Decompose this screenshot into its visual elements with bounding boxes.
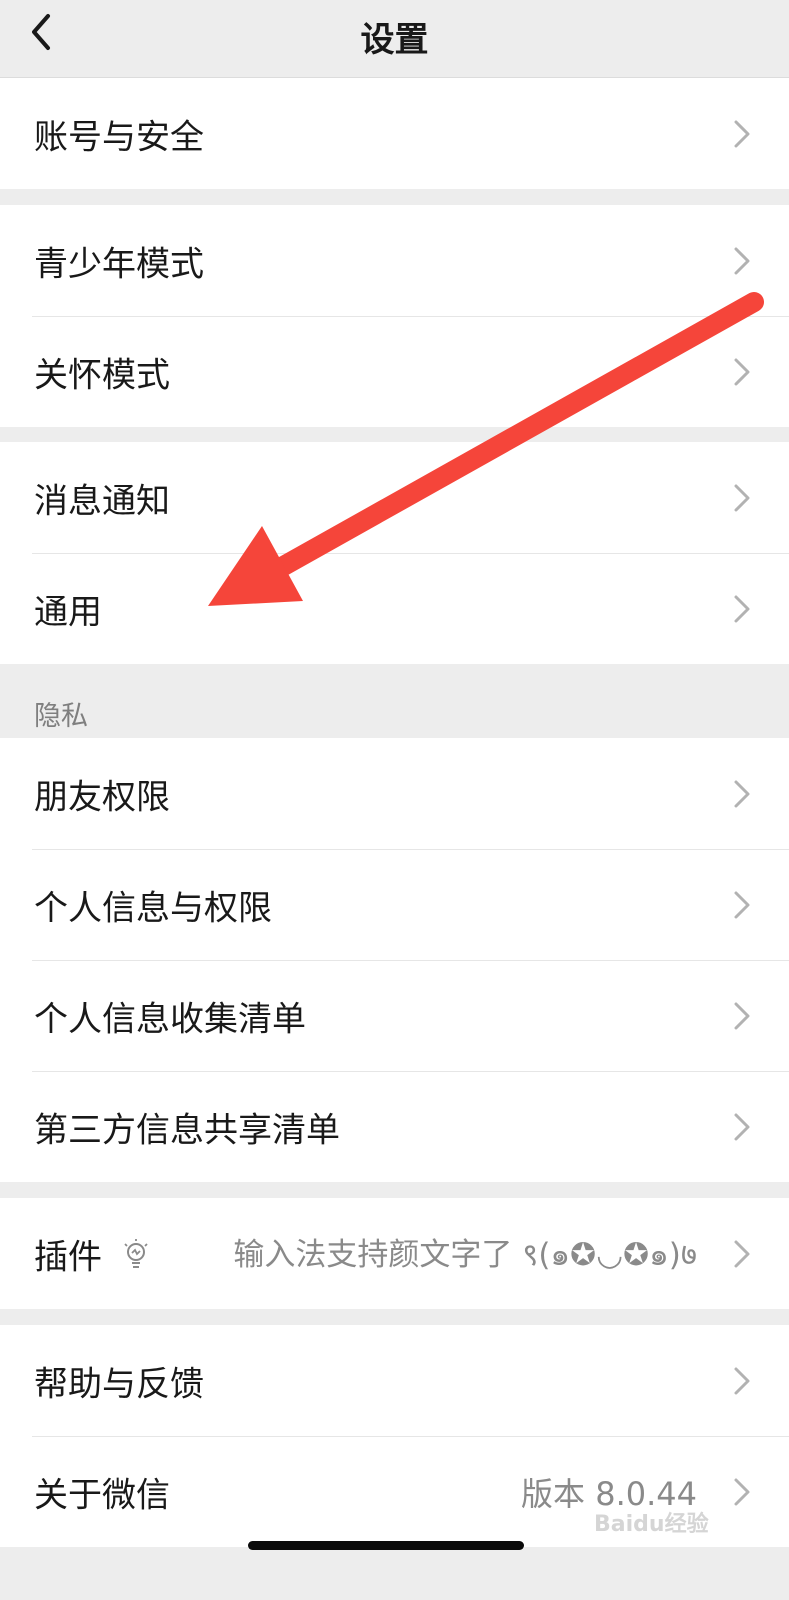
item-label: 关于微信 [34,1475,170,1515]
settings-item-personal-info-collection[interactable]: 个人信息收集清单 [0,960,789,1071]
page-title: 设置 [360,20,429,60]
item-label: 个人信息收集清单 [34,999,306,1039]
item-label: 账号与安全 [34,117,204,157]
settings-item-plugins[interactable]: 插件 输入法支持颜文字了 ९(๑✪◡✪๑)७ [0,1198,789,1309]
chevron-right-icon [734,1113,750,1140]
item-label: 帮助与反馈 [34,1364,204,1404]
settings-item-general[interactable]: 通用 [0,553,789,664]
item-label: 通用 [34,592,102,632]
plugin-tip-text: 输入法支持颜文字了 ९(๑✪◡✪๑)७ [233,1236,697,1273]
watermark: Baidu经验 [594,1512,709,1537]
chevron-right-icon [734,120,750,147]
settings-item-teen-mode[interactable]: 青少年模式 [0,205,789,316]
lightbulb-icon [124,1238,148,1268]
item-label: 朋友权限 [34,777,170,817]
chevron-right-icon [734,1478,750,1505]
settings-item-care-mode[interactable]: 关怀模式 [0,316,789,427]
chevron-right-icon [734,484,750,511]
chevron-right-icon [734,1002,750,1029]
item-label: 个人信息与权限 [34,888,272,928]
settings-group-account: 账号与安全 [0,78,789,189]
section-header-privacy: 隐私 [34,701,88,732]
item-label: 青少年模式 [34,244,204,284]
settings-item-account-security[interactable]: 账号与安全 [0,78,789,189]
item-label: 插件 [34,1237,102,1277]
settings-group-modes: 青少年模式 关怀模式 [0,205,789,427]
settings-item-help-feedback[interactable]: 帮助与反馈 [0,1325,789,1436]
settings-item-notifications[interactable]: 消息通知 [0,442,789,553]
settings-item-friend-permissions[interactable]: 朋友权限 [0,738,789,849]
settings-group-privacy: 朋友权限 个人信息与权限 个人信息收集清单 第三方信息共享清单 [0,738,789,1182]
chevron-right-icon [734,780,750,807]
home-indicator [248,1541,524,1550]
chevron-right-icon [734,358,750,385]
chevron-right-icon [734,1367,750,1394]
item-label: 消息通知 [34,481,170,521]
chevron-right-icon [734,1240,750,1267]
settings-group-general: 消息通知 通用 [0,442,789,664]
item-label: 第三方信息共享清单 [34,1110,340,1150]
settings-item-personal-info-permissions[interactable]: 个人信息与权限 [0,849,789,960]
chevron-right-icon [734,891,750,918]
chevron-right-icon [734,247,750,274]
chevron-right-icon [734,595,750,622]
item-label: 关怀模式 [34,355,170,395]
settings-group-plugins: 插件 输入法支持颜文字了 ९(๑✪◡✪๑)७ [0,1198,789,1309]
settings-item-third-party-sharing[interactable]: 第三方信息共享清单 [0,1071,789,1182]
navigation-bar: 设置 [0,0,789,78]
